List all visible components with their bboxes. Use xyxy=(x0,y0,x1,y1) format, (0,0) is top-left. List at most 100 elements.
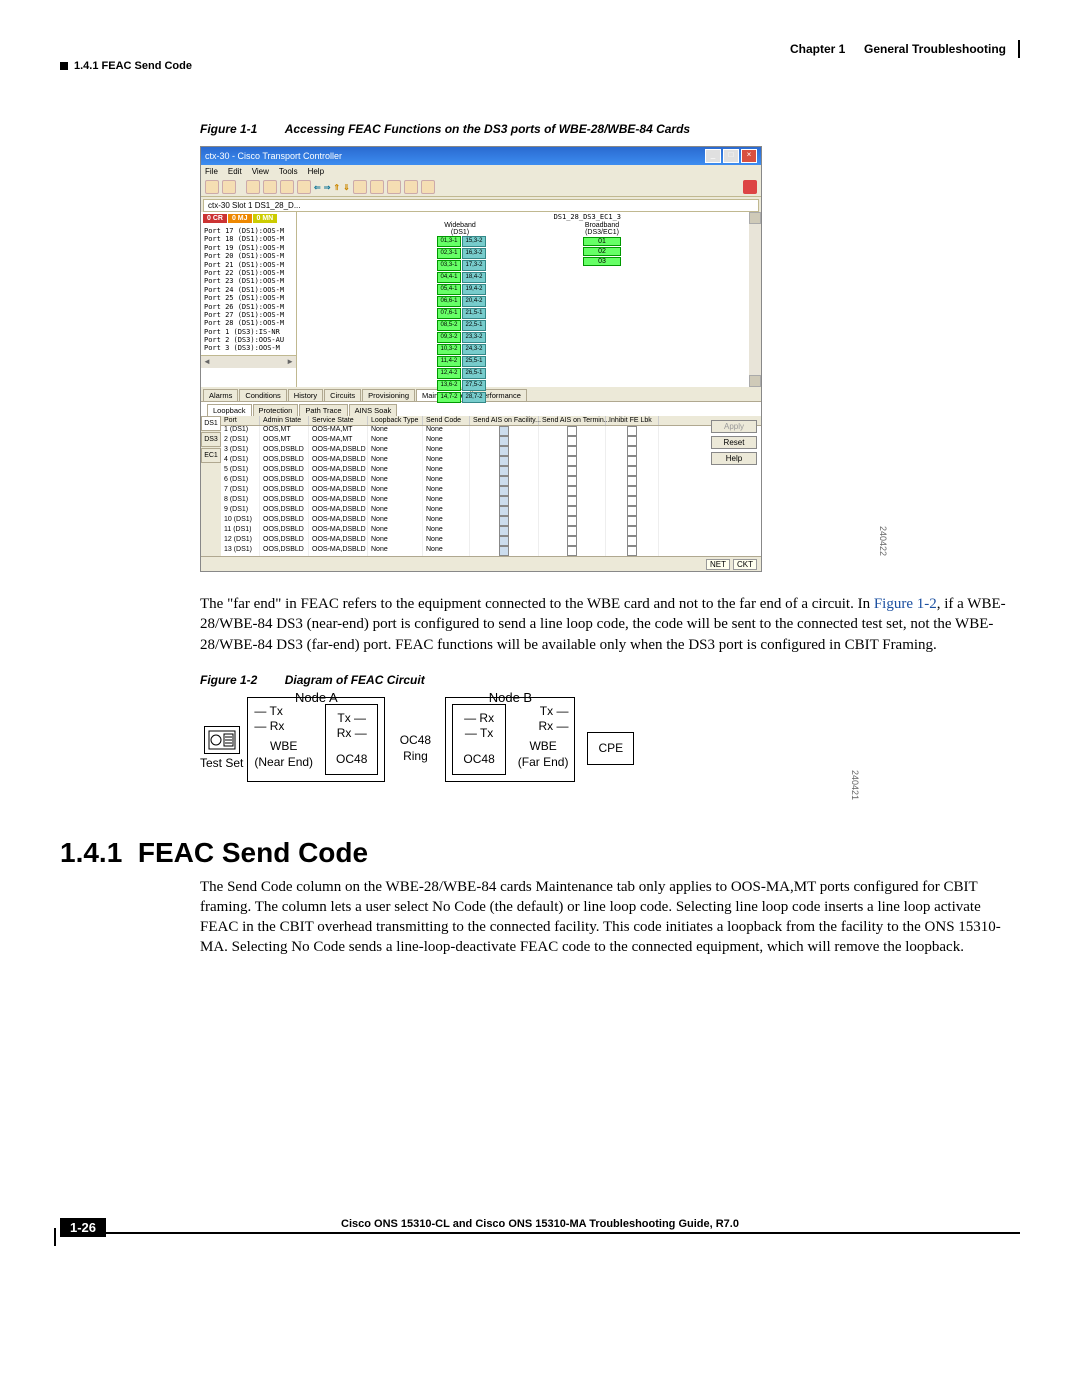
tree-item[interactable]: Port 20 (DS1):OOS-M xyxy=(204,252,293,260)
table-row[interactable]: 12 (DS1)OOS,DSBLDOOS-MA,DSBLDNoneNone xyxy=(221,536,761,546)
down-arrow-icon[interactable]: ⇓ xyxy=(343,183,350,192)
table-row[interactable]: 7 (DS1)OOS,DSBLDOOS-MA,DSBLDNoneNone xyxy=(221,486,761,496)
checkbox[interactable] xyxy=(567,476,577,486)
column-header[interactable]: Send AIS on Facility... xyxy=(470,416,539,425)
toolbar-icon[interactable] xyxy=(222,180,236,194)
checkbox[interactable] xyxy=(567,436,577,446)
up-arrow-icon[interactable]: ⇑ xyxy=(333,183,340,192)
checkbox[interactable] xyxy=(627,426,637,436)
checkbox[interactable] xyxy=(627,546,637,556)
checkbox[interactable] xyxy=(567,456,577,466)
toolbar-icon[interactable] xyxy=(297,180,311,194)
tree-pane[interactable]: 0 CR 0 MJ 0 MN Port 17 (DS1):OOS-MPort 1… xyxy=(201,212,297,387)
forward-arrow-icon[interactable]: ⇒ xyxy=(324,183,331,192)
subtab-protection[interactable]: Protection xyxy=(253,404,299,416)
menu-file[interactable]: File xyxy=(205,167,218,176)
column-header[interactable]: Loopback Type xyxy=(368,416,423,425)
scroll-left-icon[interactable]: ◄ xyxy=(203,357,211,366)
checkbox[interactable] xyxy=(499,546,509,556)
checkbox[interactable] xyxy=(627,516,637,526)
table-row[interactable]: 6 (DS1)OOS,DSBLDOOS-MA,DSBLDNoneNone xyxy=(221,476,761,486)
table-row[interactable]: 4 (DS1)OOS,DSBLDOOS-MA,DSBLDNoneNone xyxy=(221,456,761,466)
toolbar-icon[interactable] xyxy=(421,180,435,194)
figure-link[interactable]: Figure 1-2 xyxy=(874,596,937,612)
tree-item[interactable]: Port 19 (DS1):OOS-M xyxy=(204,244,293,252)
checkbox[interactable] xyxy=(567,546,577,556)
vertical-scrollbar[interactable] xyxy=(749,212,761,387)
tree-item[interactable]: Port 26 (DS1):OOS-M xyxy=(204,303,293,311)
tree-item[interactable]: Port 27 (DS1):OOS-M xyxy=(204,311,293,319)
checkbox[interactable] xyxy=(567,466,577,476)
checkbox[interactable] xyxy=(627,536,637,546)
checkbox[interactable] xyxy=(567,486,577,496)
sidetab-ec1[interactable]: EC1 xyxy=(201,448,221,463)
breadcrumb[interactable]: ctx-30 Slot 1 DS1_28_D... xyxy=(203,199,759,212)
subtab-ains-soak[interactable]: AINS Soak xyxy=(349,404,398,416)
tree-item[interactable]: Port 24 (DS1):OOS-M xyxy=(204,286,293,294)
checkbox[interactable] xyxy=(627,436,637,446)
checkbox[interactable] xyxy=(627,506,637,516)
checkbox[interactable] xyxy=(499,476,509,486)
tab-circuits[interactable]: Circuits xyxy=(324,389,361,401)
toolbar-icon[interactable] xyxy=(205,180,219,194)
checkbox[interactable] xyxy=(627,496,637,506)
menu-bar[interactable]: File Edit View Tools Help xyxy=(201,165,761,178)
toolbar-icon[interactable] xyxy=(387,180,401,194)
checkbox[interactable] xyxy=(499,506,509,516)
horizontal-scrollbar[interactable]: ◄► xyxy=(201,355,296,368)
table-row[interactable]: 9 (DS1)OOS,DSBLDOOS-MA,DSBLDNoneNone xyxy=(221,506,761,516)
menu-help[interactable]: Help xyxy=(308,167,324,176)
checkbox[interactable] xyxy=(567,426,577,436)
reset-button[interactable]: Reset xyxy=(711,436,757,449)
checkbox[interactable] xyxy=(499,526,509,536)
subtab-path-trace[interactable]: Path Trace xyxy=(299,404,347,416)
checkbox[interactable] xyxy=(627,476,637,486)
column-header[interactable]: Admin State xyxy=(260,416,309,425)
checkbox[interactable] xyxy=(567,536,577,546)
checkbox[interactable] xyxy=(627,456,637,466)
minimize-icon[interactable]: _ xyxy=(705,149,721,163)
column-header[interactable]: Send Code xyxy=(423,416,470,425)
menu-tools[interactable]: Tools xyxy=(279,167,298,176)
tree-item[interactable]: Port 25 (DS1):OOS-M xyxy=(204,294,293,302)
tree-item[interactable]: Port 1 (DS3):IS-NR xyxy=(204,328,293,336)
checkbox[interactable] xyxy=(567,526,577,536)
checkbox[interactable] xyxy=(567,516,577,526)
port-list[interactable]: Port 17 (DS1):OOS-MPort 18 (DS1):OOS-MPo… xyxy=(201,225,296,355)
back-arrow-icon[interactable]: ⇐ xyxy=(314,183,321,192)
tab-history[interactable]: History xyxy=(288,389,323,401)
tree-item[interactable]: Port 17 (DS1):OOS-M xyxy=(204,227,293,235)
checkbox[interactable] xyxy=(567,446,577,456)
column-header[interactable]: Inhibit FE Lbk xyxy=(606,416,659,425)
side-tabs[interactable]: DS1DS3EC1 xyxy=(201,416,221,556)
checkbox[interactable] xyxy=(499,446,509,456)
column-header[interactable]: Service State xyxy=(309,416,368,425)
checkbox[interactable] xyxy=(499,436,509,446)
tree-item[interactable]: Port 28 (DS1):OOS-M xyxy=(204,319,293,327)
checkbox[interactable] xyxy=(627,526,637,536)
tab-conditions[interactable]: Conditions xyxy=(239,389,286,401)
tree-item[interactable]: Port 2 (DS3):OOS-AU xyxy=(204,336,293,344)
checkbox[interactable] xyxy=(627,446,637,456)
checkbox[interactable] xyxy=(499,536,509,546)
close-icon[interactable]: × xyxy=(741,149,757,163)
scroll-down-icon[interactable] xyxy=(749,375,761,387)
column-header[interactable]: Send AIS on Termin... xyxy=(539,416,606,425)
sidetab-ds3[interactable]: DS3 xyxy=(201,432,221,447)
checkbox[interactable] xyxy=(499,486,509,496)
table-row[interactable]: 8 (DS1)OOS,DSBLDOOS-MA,DSBLDNoneNone xyxy=(221,496,761,506)
checkbox[interactable] xyxy=(627,486,637,496)
checkbox[interactable] xyxy=(499,426,509,436)
table-row[interactable]: 11 (DS1)OOS,DSBLDOOS-MA,DSBLDNoneNone xyxy=(221,526,761,536)
tab-provisioning[interactable]: Provisioning xyxy=(362,389,415,401)
menu-edit[interactable]: Edit xyxy=(228,167,242,176)
checkbox[interactable] xyxy=(627,466,637,476)
subtab-loopback[interactable]: Loopback xyxy=(207,404,252,416)
menu-view[interactable]: View xyxy=(252,167,269,176)
checkbox[interactable] xyxy=(567,496,577,506)
toolbar-icon[interactable] xyxy=(280,180,294,194)
tree-item[interactable]: Port 3 (DS3):OOS-M xyxy=(204,344,293,352)
tree-item[interactable]: Port 23 (DS1):OOS-M xyxy=(204,277,293,285)
toolbar[interactable]: ⇐ ⇒ ⇑ ⇓ xyxy=(201,178,761,197)
checkbox[interactable] xyxy=(567,506,577,516)
